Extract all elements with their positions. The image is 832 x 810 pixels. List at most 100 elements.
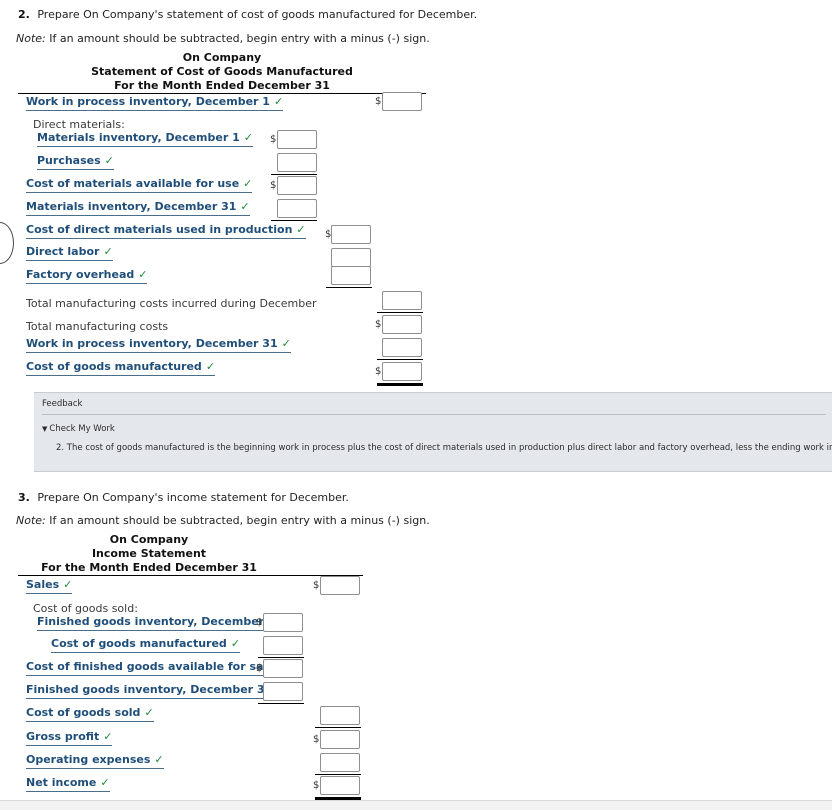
row-label-direct-materials: Direct materials: xyxy=(33,118,125,131)
input-cost-goods-sold-field[interactable] xyxy=(320,706,360,725)
row-label-cost-fg-available: Cost of finished goods available for sal… xyxy=(26,660,288,676)
statement-2-period: For the Month Ended December 31 xyxy=(114,79,330,92)
check-my-work-label: Check My Work xyxy=(49,424,115,434)
check-icon: ✓ xyxy=(100,776,110,789)
input-sales-field[interactable] xyxy=(320,576,360,595)
input-purchases[interactable] xyxy=(277,153,317,172)
input-net-income-field[interactable] xyxy=(320,776,360,795)
dollar-sign: $ xyxy=(256,617,263,628)
input-cost-direct-materials-used-field[interactable] xyxy=(331,225,371,244)
row-label-wip-dec31: Work in process inventory, December 31 ✓ xyxy=(26,337,291,353)
question-3-note: Note: If an amount should be subtracted,… xyxy=(16,514,430,527)
input-wip-dec31-field[interactable] xyxy=(382,338,422,357)
input-materials-inv-dec31[interactable] xyxy=(277,199,317,218)
input-purchases-field[interactable] xyxy=(277,153,317,172)
dollar-sign: $ xyxy=(270,134,277,145)
row-label-cost-goods-manufactured-is: Cost of goods manufactured ✓ xyxy=(51,637,241,653)
input-factory-overhead-field[interactable] xyxy=(331,266,371,285)
input-cost-fg-available[interactable] xyxy=(263,659,303,678)
input-fg-inv-dec1[interactable] xyxy=(263,613,303,632)
input-total-mfg-incurred-field[interactable] xyxy=(382,291,422,310)
dollar-sign: $ xyxy=(375,96,382,107)
question-2-heading: 2. Prepare On Company's statement of cos… xyxy=(18,8,477,21)
check-icon: ✓ xyxy=(230,637,241,650)
check-icon: ✓ xyxy=(144,706,154,719)
check-icon: ✓ xyxy=(240,200,250,213)
dollar-sign: $ xyxy=(313,580,320,591)
question-3-heading: 3. Prepare On Company's income statement… xyxy=(18,491,349,504)
statement-2-title: Statement of Cost of Goods Manufactured xyxy=(91,65,353,78)
input-total-mfg-incurred[interactable] xyxy=(382,291,422,310)
input-net-income[interactable] xyxy=(320,776,360,795)
subtotal-rule xyxy=(377,312,423,313)
question-2-prompt: Prepare On Company's statement of cost o… xyxy=(37,8,478,21)
input-fg-inv-dec1-field[interactable] xyxy=(263,613,303,632)
input-operating-expenses[interactable] xyxy=(320,753,360,772)
input-direct-labor[interactable] xyxy=(331,248,371,267)
statement-3-period: For the Month Ended December 31 xyxy=(41,561,257,574)
input-operating-expenses-field[interactable] xyxy=(320,753,360,772)
input-total-mfg-costs-field[interactable] xyxy=(382,315,422,334)
input-cost-goods-sold[interactable] xyxy=(320,706,360,725)
input-gross-profit[interactable] xyxy=(320,730,360,749)
statement-2-header: On Company Statement of Cost of Goods Ma… xyxy=(18,51,426,93)
row-label-gross-profit: Gross profit ✓ xyxy=(26,730,113,746)
feedback-divider xyxy=(42,414,826,415)
input-materials-inv-dec31-field[interactable] xyxy=(277,199,317,218)
subtotal-rule xyxy=(271,174,317,175)
question-3-prompt: Prepare On Company's income statement fo… xyxy=(37,491,349,504)
input-cost-fg-available-field[interactable] xyxy=(263,659,303,678)
question-2-note: Note: If an amount should be subtracted,… xyxy=(16,32,430,45)
input-direct-labor-field[interactable] xyxy=(331,248,371,267)
row-label-materials-inv-dec31: Materials inventory, December 31 ✓ xyxy=(26,200,250,216)
input-factory-overhead[interactable] xyxy=(331,266,371,285)
row-label-factory-overhead: Factory overhead ✓ xyxy=(26,268,148,284)
input-fg-inv-dec31-field[interactable] xyxy=(263,682,303,701)
check-icon: ✓ xyxy=(243,131,253,144)
question-3-note-text: If an amount should be subtracted, begin… xyxy=(45,514,430,527)
row-label-net-income: Net income ✓ xyxy=(26,776,110,792)
input-sales[interactable] xyxy=(320,576,360,595)
subtotal-rule xyxy=(315,727,361,728)
question-2-note-label: Note: xyxy=(16,32,46,45)
check-my-work-toggle[interactable]: ▼ Check My Work xyxy=(42,424,115,434)
input-cost-direct-materials-used[interactable] xyxy=(331,225,371,244)
check-icon: ✓ xyxy=(103,245,113,258)
cursor-arc-artifact xyxy=(0,222,14,264)
input-gross-profit-field[interactable] xyxy=(320,730,360,749)
check-icon: ✓ xyxy=(243,177,253,190)
input-cost-materials-available-field[interactable] xyxy=(277,176,317,195)
statement-3-header: On Company Income Statement For the Mont… xyxy=(0,533,353,575)
row-label-wip-dec1: Work in process inventory, December 1 ✓ xyxy=(26,95,284,111)
check-icon: ✓ xyxy=(273,95,284,108)
chevron-down-icon: ▼ xyxy=(42,425,48,433)
input-wip-dec1-field[interactable] xyxy=(382,92,422,111)
input-cost-materials-available[interactable] xyxy=(277,176,317,195)
input-fg-inv-dec31[interactable] xyxy=(263,682,303,701)
row-label-fg-inv-dec31: Finished goods inventory, December 31✓ xyxy=(26,683,286,699)
question-3-number: 3. xyxy=(18,491,30,504)
subtotal-rule xyxy=(271,220,317,221)
input-cost-goods-manufactured-field[interactable] xyxy=(382,362,422,381)
check-icon: ✓ xyxy=(138,268,148,281)
subtotal-rule xyxy=(315,774,361,775)
subtotal-rule xyxy=(258,703,304,704)
subtotal-rule xyxy=(326,287,372,288)
feedback-panel xyxy=(34,392,832,472)
statement-2-top-rule xyxy=(18,93,426,94)
input-cost-goods-manufactured-is-field[interactable] xyxy=(263,636,303,655)
check-icon: ✓ xyxy=(281,337,291,350)
check-icon: ✓ xyxy=(154,753,164,766)
dollar-sign: $ xyxy=(313,734,320,745)
input-cost-goods-manufactured[interactable] xyxy=(382,362,422,381)
input-wip-dec31[interactable] xyxy=(382,338,422,357)
input-materials-inv-dec1-field[interactable] xyxy=(277,130,317,149)
row-label-total-mfg-costs: Total manufacturing costs xyxy=(26,320,169,333)
input-materials-inv-dec1[interactable] xyxy=(277,130,317,149)
subtotal-rule xyxy=(258,657,304,658)
row-label-operating-expenses: Operating expenses ✓ xyxy=(26,753,164,769)
input-cost-goods-manufactured-is[interactable] xyxy=(263,636,303,655)
dollar-sign: $ xyxy=(313,780,320,791)
input-total-mfg-costs[interactable] xyxy=(382,315,422,334)
input-wip-dec1[interactable] xyxy=(382,92,422,111)
